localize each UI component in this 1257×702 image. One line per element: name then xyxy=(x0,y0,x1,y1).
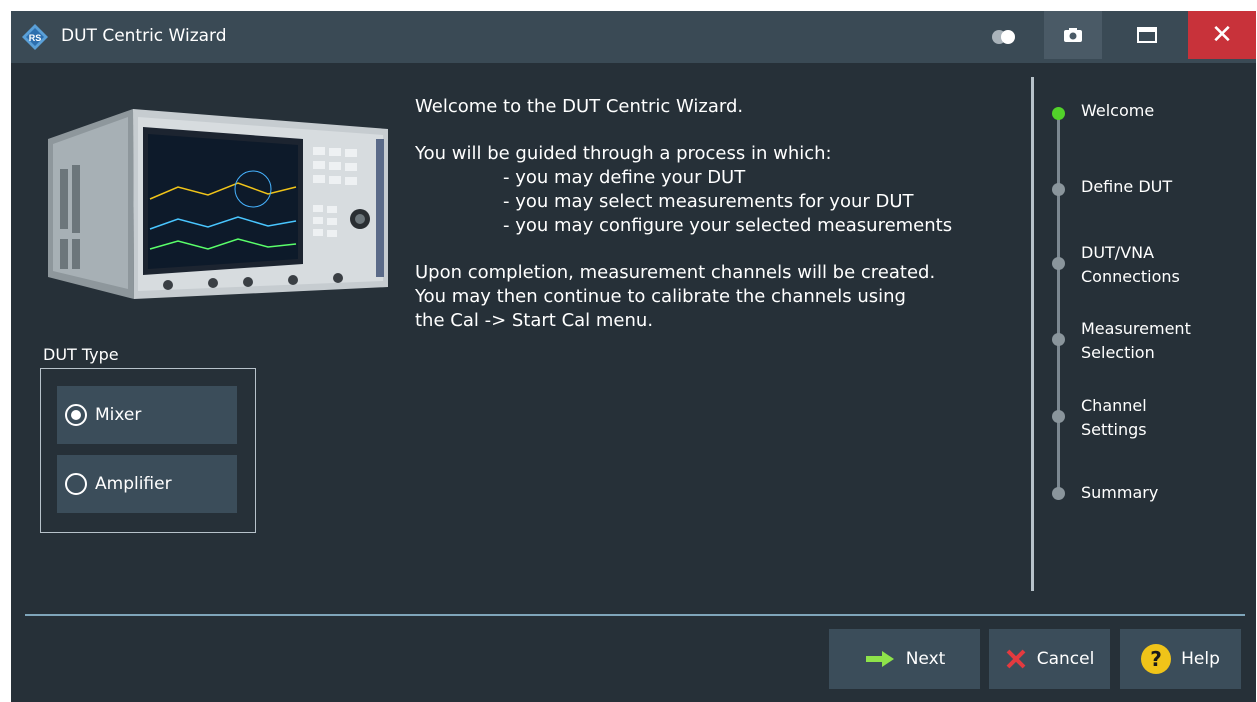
intro-line: the Cal -> Start Cal menu. xyxy=(415,310,654,331)
next-label: Next xyxy=(905,649,946,669)
steps-divider xyxy=(1031,77,1034,591)
radio-selected-icon xyxy=(65,404,87,426)
wizard-window: RS DUT Centric Wizard ✕ DUT Type Mixer A… xyxy=(11,11,1256,702)
next-button[interactable]: Next xyxy=(829,629,980,689)
step-welcome[interactable]: Welcome xyxy=(1081,99,1154,123)
footer-divider xyxy=(25,614,1245,616)
intro-text: Welcome to the DUT Centric Wizard. You w… xyxy=(415,95,1015,333)
title-bar[interactable]: RS DUT Centric Wizard ✕ xyxy=(11,11,1256,63)
intro-line: Upon completion, measurement channels wi… xyxy=(415,262,936,283)
intro-bullet: - you may configure your selected measur… xyxy=(503,215,953,236)
steps-track xyxy=(1057,113,1060,493)
step-active-icon xyxy=(1052,107,1065,120)
help-button[interactable]: ? Help xyxy=(1120,629,1241,689)
help-label: Help xyxy=(1181,649,1220,669)
camera-icon xyxy=(1064,28,1082,42)
svg-text:RS: RS xyxy=(29,33,42,43)
maximize-button[interactable] xyxy=(1118,11,1176,59)
intro-bullet: - you may define your DUT xyxy=(503,167,746,188)
step-measurement-selection[interactable]: Measurement Selection xyxy=(1081,317,1191,365)
step-icon xyxy=(1052,183,1065,196)
step-icon xyxy=(1052,257,1065,270)
step-dut-vna-connections[interactable]: DUT/VNA Connections xyxy=(1081,241,1180,289)
toggle-icon[interactable] xyxy=(991,29,1017,45)
rohde-schwarz-logo-icon: RS xyxy=(22,24,48,50)
arrow-right-icon xyxy=(865,651,894,667)
close-icon: ✕ xyxy=(1211,20,1233,50)
step-define-dut[interactable]: Define DUT xyxy=(1081,175,1172,199)
vna-instrument-image xyxy=(48,109,388,299)
intro-line: You will be guided through a process in … xyxy=(415,143,832,164)
cancel-label: Cancel xyxy=(1036,649,1095,669)
screenshot-button[interactable] xyxy=(1044,11,1102,59)
cancel-button[interactable]: Cancel xyxy=(989,629,1110,689)
cancel-x-icon xyxy=(1006,649,1026,669)
intro-line: You may then continue to calibrate the c… xyxy=(415,286,906,307)
window-title: DUT Centric Wizard xyxy=(61,26,227,46)
step-icon xyxy=(1052,410,1065,423)
step-icon xyxy=(1052,333,1065,346)
mixer-radio-button[interactable]: Mixer xyxy=(57,386,237,444)
step-icon xyxy=(1052,487,1065,500)
amplifier-radio-button[interactable]: Amplifier xyxy=(57,455,237,513)
amplifier-label: Amplifier xyxy=(95,474,172,494)
step-channel-settings[interactable]: Channel Settings xyxy=(1081,394,1147,442)
mixer-label: Mixer xyxy=(95,405,142,425)
dut-type-label: DUT Type xyxy=(43,345,119,364)
radio-unselected-icon xyxy=(65,473,87,495)
maximize-icon xyxy=(1137,27,1157,43)
close-button[interactable]: ✕ xyxy=(1188,11,1256,59)
intro-line: Welcome to the DUT Centric Wizard. xyxy=(415,96,744,117)
intro-bullet: - you may select measurements for your D… xyxy=(503,191,914,212)
step-summary[interactable]: Summary xyxy=(1081,481,1158,505)
help-icon: ? xyxy=(1141,644,1172,674)
